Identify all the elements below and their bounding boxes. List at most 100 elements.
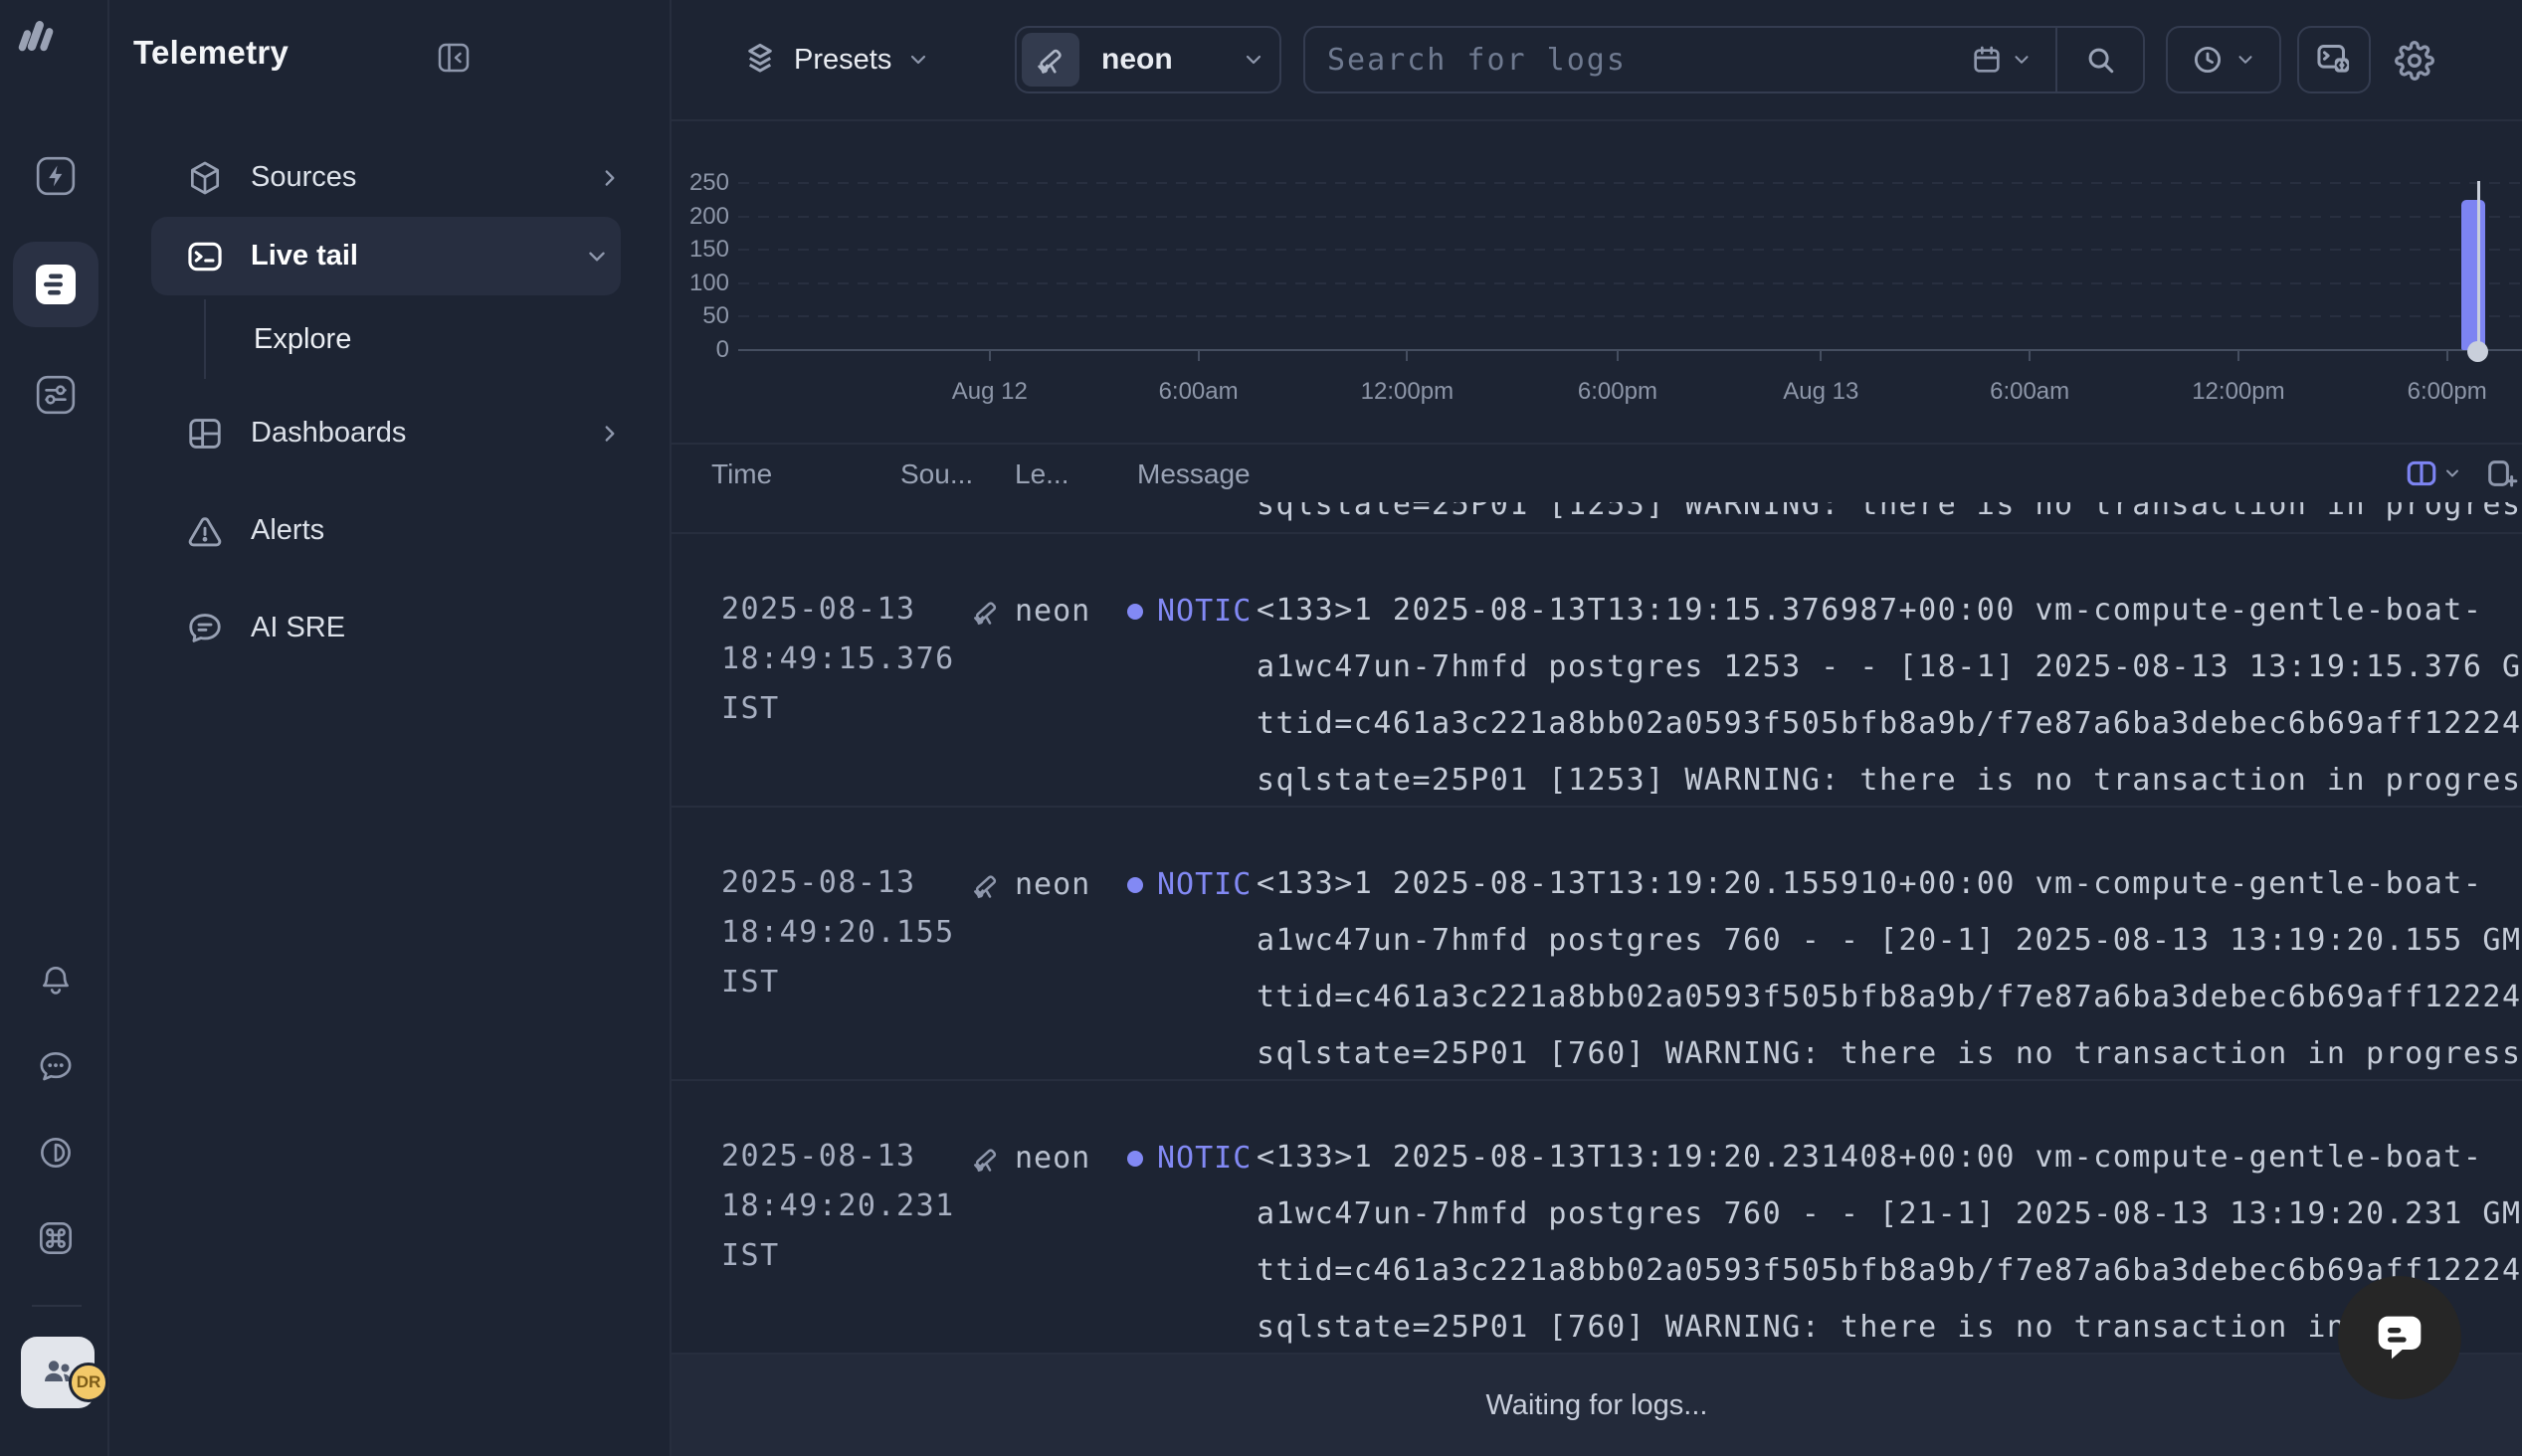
date-range-button[interactable]	[1948, 28, 2055, 91]
log-source-label: neon	[1015, 1141, 1090, 1176]
level-dot-icon	[1127, 1151, 1143, 1167]
log-time: 2025-08-1318:49:20.231IST	[721, 1132, 955, 1281]
query-console-button[interactable]	[2297, 26, 2371, 93]
log-level-label: NOTIC	[1157, 867, 1252, 902]
y-axis-label: 200	[672, 203, 729, 231]
log-message: <133>1 2025-08-13T13:19:15.376987+00:00 …	[1257, 534, 2522, 806]
chevron-down-icon	[2442, 463, 2462, 483]
y-axis-label: 250	[672, 169, 729, 197]
partial-log-line[interactable]: sqlstate=25P01 [1253] WARNING: there is …	[672, 502, 2522, 532]
user-initials-badge[interactable]: DR	[69, 1363, 108, 1402]
source-select[interactable]: neon	[1015, 26, 1281, 93]
log-source: neon	[970, 867, 1090, 902]
logs-nav-active[interactable]	[13, 242, 98, 327]
columns-icon	[2405, 456, 2438, 490]
log-row[interactable]: 2025-08-1318:49:20.231IST neonNOTIC<133>…	[672, 1079, 2522, 1353]
notifications-bell-icon[interactable]	[35, 961, 77, 1002]
telescope-icon	[970, 596, 1002, 628]
x-axis-label: Aug 13	[1741, 378, 1900, 406]
log-message: <133>1 2025-08-13T13:19:20.155910+00:00 …	[1257, 808, 2522, 1079]
grid-icon	[186, 415, 224, 453]
x-axis-tick	[989, 350, 991, 361]
avatar[interactable]: DR	[21, 1337, 95, 1408]
sidebar-item-ai-sre[interactable]: AI SRE	[111, 580, 670, 677]
log-source-label: neon	[1015, 594, 1090, 629]
x-axis-tick	[1198, 350, 1200, 361]
gridline-y150	[738, 249, 2522, 251]
theme-contrast-icon[interactable]	[35, 1132, 77, 1174]
log-table-footer: Waiting for logs...	[672, 1353, 2522, 1456]
column-header-level[interactable]: Le...	[1015, 458, 1068, 490]
log-row[interactable]: 2025-08-1318:49:15.376IST neonNOTIC<133>…	[672, 532, 2522, 806]
column-header-time[interactable]: Time	[711, 458, 772, 490]
log-row[interactable]: 2025-08-1318:49:20.155IST neonNOTIC<133>…	[672, 806, 2522, 1079]
app-logo-mountain-icon[interactable]	[16, 12, 62, 58]
chat-bubble-icon	[2368, 1306, 2431, 1369]
search-icon	[2083, 43, 2117, 77]
chevron-right-icon	[597, 165, 623, 191]
run-search-button[interactable]	[2057, 28, 2143, 91]
chat-fab-button[interactable]	[2338, 1276, 2461, 1399]
sidebar: Telemetry Sources	[111, 0, 672, 1456]
clock-icon	[2191, 43, 2225, 77]
log-rows: 2025-08-1318:49:15.376IST neonNOTIC<133>…	[672, 532, 2522, 1353]
chevron-right-icon	[597, 421, 623, 447]
x-axis-tick	[2446, 350, 2448, 361]
log-source: neon	[970, 1141, 1090, 1176]
cube-icon	[186, 159, 224, 197]
sidebar-item-dashboards[interactable]: Dashboards	[111, 385, 670, 482]
sidebar-item-explore[interactable]: Explore	[111, 295, 670, 385]
column-layout-button[interactable]	[2405, 456, 2462, 490]
column-header-message[interactable]: Message	[1137, 458, 1251, 490]
volume-bar	[2461, 200, 2485, 350]
page-title: Telemetry	[133, 34, 289, 72]
telescope-icon	[970, 1143, 1002, 1175]
log-volume-chart[interactable]: 050100150200250Aug 126:00am12:00pm6:00pm…	[672, 121, 2522, 443]
log-source-label: neon	[1015, 867, 1090, 902]
add-column-button[interactable]	[2484, 456, 2518, 490]
x-axis-tick	[2029, 350, 2031, 361]
sidebar-nav: Sources Live tail Explore	[111, 138, 670, 677]
x-axis-label: 6:00am	[1950, 378, 2109, 406]
chevron-down-icon	[906, 48, 930, 72]
shortcuts-command-icon[interactable]	[35, 1217, 77, 1259]
presets-button[interactable]: Presets	[741, 0, 930, 119]
search-input[interactable]	[1305, 28, 1948, 91]
settings-gear-icon[interactable]	[2395, 41, 2434, 81]
calendar-icon	[1971, 44, 2003, 76]
sidebar-item-alerts[interactable]: Alerts	[111, 482, 670, 580]
sidebar-item-live-tail[interactable]: Live tail	[111, 217, 670, 295]
log-level: NOTIC	[1127, 867, 1252, 902]
search-group	[1303, 26, 2145, 93]
time-marker-dot	[2467, 341, 2488, 362]
sidebar-item-sources[interactable]: Sources	[111, 138, 670, 217]
log-level-label: NOTIC	[1157, 1141, 1252, 1176]
x-axis-line	[738, 349, 2522, 351]
terminal-code-icon	[2315, 41, 2353, 79]
level-dot-icon	[1127, 877, 1143, 893]
live-tail-time-button[interactable]	[2166, 26, 2281, 93]
chevron-down-icon	[2011, 49, 2033, 71]
chevron-down-icon	[1242, 48, 1265, 72]
log-level: NOTIC	[1127, 594, 1252, 629]
sidebar-item-label: Alerts	[251, 514, 324, 547]
tree-indent-line	[204, 299, 206, 379]
column-header-source[interactable]: Sou...	[900, 458, 973, 490]
telescope-icon	[970, 869, 1002, 901]
chevron-down-icon	[584, 244, 610, 270]
collapse-sidebar-icon[interactable]	[436, 40, 472, 76]
layers-icon	[741, 41, 779, 79]
settings-sliders-icon[interactable]	[35, 374, 77, 416]
x-axis-label: 6:00pm	[2368, 378, 2522, 406]
y-axis-label: 0	[672, 336, 729, 364]
y-axis-label: 150	[672, 236, 729, 264]
feedback-chat-icon[interactable]	[35, 1046, 77, 1088]
topbar: Presets neon	[672, 0, 2522, 121]
quickstart-bolt-icon[interactable]	[35, 155, 77, 197]
x-axis-label: Aug 12	[910, 378, 1069, 406]
gridline-y50	[738, 315, 2522, 317]
x-axis-label: 12:00pm	[2159, 378, 2318, 406]
x-axis-label: 6:00am	[1119, 378, 1278, 406]
time-marker-line	[2477, 181, 2480, 352]
telescope-icon	[1022, 33, 1079, 87]
